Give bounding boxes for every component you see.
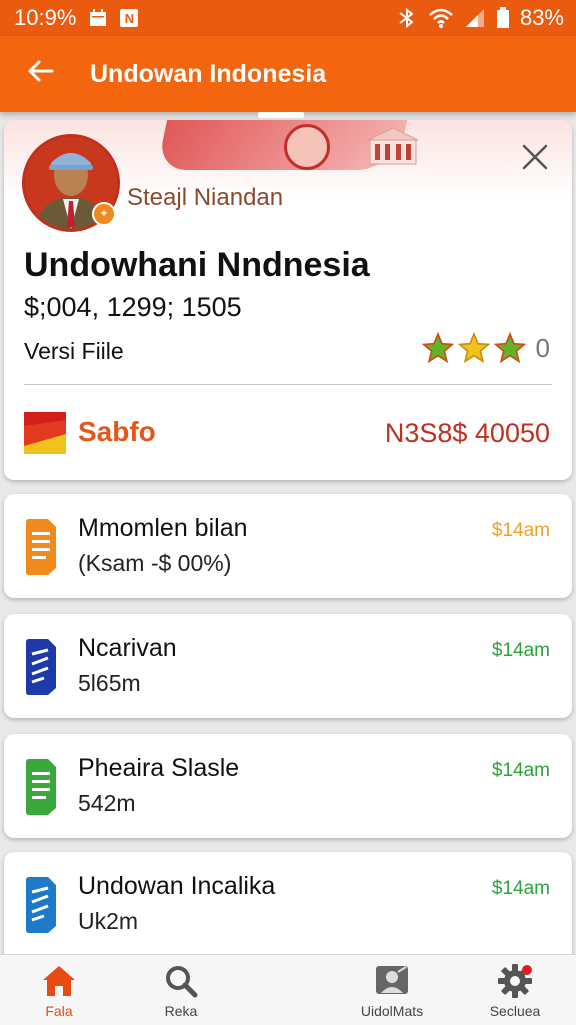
list-item-title: Mmomlen bilan (78, 514, 248, 542)
product-title: Undowhani Nndnesia (24, 246, 370, 284)
wifi-icon (429, 8, 453, 28)
person-name: Steajl Niandan (127, 184, 284, 211)
list-item-time: $14am (491, 640, 550, 661)
divider (24, 384, 552, 385)
blue-document-icon (26, 639, 56, 695)
drag-handle (258, 112, 304, 118)
list-item-time: $14am (491, 520, 550, 541)
emblem-icon (284, 124, 330, 170)
list-item-time: $14am (491, 878, 550, 899)
account-icon (376, 966, 408, 994)
app-bar: Undowan Indonesia (0, 36, 576, 112)
version-label: Versi Fiile (24, 338, 124, 364)
list-item[interactable]: Pheaira Slasle 542m $14am (4, 734, 572, 838)
rating-count: 0 (535, 332, 550, 363)
nav-label: UidolMats (360, 1003, 424, 1019)
list-item-title: Ncarivan (78, 634, 177, 662)
nav-label: Reka (164, 1003, 198, 1019)
status-time: 10:9% (14, 5, 77, 30)
notification-badge-icon: N (120, 9, 139, 27)
nav-label: Secluea (489, 1003, 541, 1019)
bluetooth-icon (399, 7, 414, 29)
star-icon (457, 332, 490, 364)
nav-label: Fala (45, 1003, 73, 1019)
list-item-subtitle: (Ksam -$ 00%) (78, 550, 232, 576)
light-blue-document-icon (26, 877, 56, 933)
list-item-subtitle: 5l65m (78, 670, 141, 696)
back-arrow-icon[interactable] (26, 56, 56, 86)
star-icon (421, 332, 454, 364)
battery-level: 83% (519, 5, 564, 30)
close-icon[interactable] (520, 142, 550, 172)
nav-item-home[interactable]: Fala (4, 963, 114, 1019)
nav-item-account[interactable]: UidolMats (337, 963, 447, 1019)
list-item-subtitle: Uk2m (78, 908, 139, 934)
sabfo-amount: N3S8$ 40050 (384, 418, 550, 448)
home-icon (43, 966, 75, 996)
list-item-time: $14am (491, 760, 550, 781)
app-title: Undowan Indonesia (90, 60, 327, 88)
settings-icon (498, 964, 532, 998)
star-icon (493, 332, 526, 364)
sabfo-label: Sabfo (78, 416, 156, 447)
signal-icon (465, 9, 484, 27)
orange-document-icon (26, 519, 56, 575)
star-rating[interactable]: 0 (421, 332, 550, 364)
building-icon (367, 127, 419, 165)
list-item[interactable]: Mmomlen bilan (Ksam -$ 00%) $14am (4, 494, 572, 598)
list-item[interactable]: Undowan Incalika Uk2m $14am (4, 852, 572, 962)
nav-item-settings[interactable]: Secluea (460, 963, 570, 1019)
status-bar: 10:9% N 83% (0, 0, 576, 36)
list-item-title: Pheaira Slasle (78, 754, 240, 782)
calendar-icon (90, 9, 107, 26)
list-item-title: Undowan Incalika (78, 872, 276, 900)
search-icon (166, 966, 198, 998)
bottom-navigation: Fala Reka UidolMats Secluea (0, 954, 576, 1025)
product-price: $;004, 1299; 1505 (24, 292, 242, 322)
nav-item-search[interactable]: Reka (126, 963, 236, 1019)
list-item-subtitle: 542m (78, 790, 136, 816)
list-item[interactable]: Ncarivan 5l65m $14am (4, 614, 572, 718)
green-document-icon (26, 759, 56, 815)
sabfo-logo-icon (24, 412, 66, 454)
verified-badge-icon: ✦ (92, 202, 116, 226)
battery-icon (496, 7, 509, 28)
product-detail-card: ✦ Steajl Niandan Undowhani Nndnesia $;00… (4, 120, 572, 480)
